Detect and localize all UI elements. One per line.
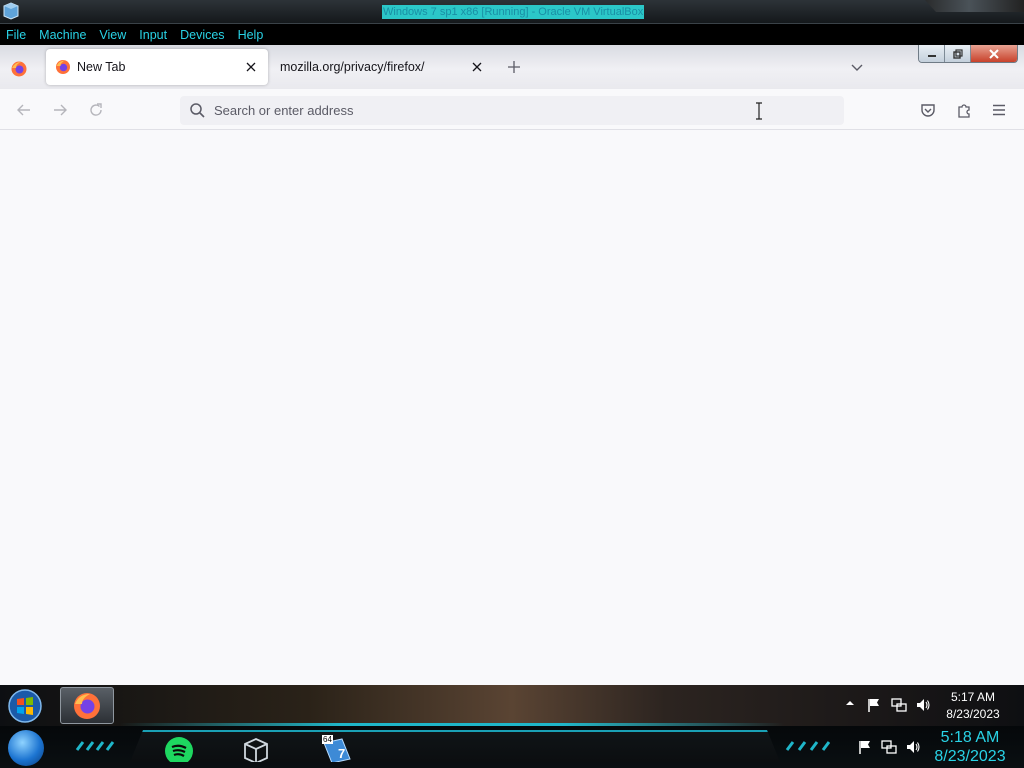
reload-icon[interactable]	[87, 101, 105, 119]
vbox-menu-bar: File Machine View Input Devices Help	[0, 24, 1024, 45]
text-cursor-icon	[756, 102, 762, 120]
firefox-icon	[74, 693, 100, 719]
vbox-title-bar: Windows 7 sp1 x86 [Running] - Oracle VM …	[0, 0, 1024, 24]
host-clock-time: 5:18 AM	[940, 729, 1000, 746]
forward-arrow-icon[interactable]	[51, 101, 69, 119]
chevron-decoration-icon	[785, 741, 830, 751]
menu-view[interactable]: View	[99, 28, 126, 42]
guest-clock-time: 5:17 AM	[950, 690, 996, 704]
title-bar-decoration	[925, 0, 1024, 12]
chevron-decoration-icon	[75, 741, 115, 751]
tab-mozilla-privacy[interactable]: mozilla.org/privacy/firefox/	[270, 49, 492, 85]
address-input[interactable]	[214, 96, 814, 125]
host-app-tray: 64 7	[130, 730, 780, 762]
window-title: Windows 7 sp1 x86 [Running] - Oracle VM …	[382, 5, 645, 19]
search-icon	[190, 103, 205, 118]
extensions-puzzle-icon[interactable]	[955, 101, 973, 119]
virtualbox-app-icon[interactable]	[242, 737, 270, 765]
minimize-button[interactable]	[919, 45, 945, 62]
network-icon[interactable]	[891, 697, 907, 713]
host-network-icon[interactable]	[881, 739, 897, 755]
menu-input[interactable]: Input	[139, 28, 167, 42]
host-clock[interactable]: 5:18 AM 8/23/2023	[930, 728, 1010, 766]
back-arrow-icon[interactable]	[15, 101, 33, 119]
guest-clock[interactable]: 5:17 AM 8/23/2023	[942, 689, 1004, 723]
spotify-waves-icon	[171, 744, 187, 757]
close-window-button[interactable]	[971, 45, 1017, 62]
tab-label: mozilla.org/privacy/firefox/	[280, 60, 425, 74]
vm-version-badge: 7	[338, 746, 346, 761]
spotify-icon[interactable]	[165, 737, 193, 762]
minimize-icon	[927, 54, 936, 57]
windows7-vm-icon[interactable]: 64 7	[320, 735, 354, 762]
guest-taskbar: 5:17 AM 8/23/2023	[0, 685, 1024, 726]
tab-label: New Tab	[77, 60, 126, 74]
firefox-view-icon[interactable]	[10, 60, 28, 78]
tab-new-tab[interactable]: New Tab	[46, 49, 268, 85]
menu-help[interactable]: Help	[238, 28, 264, 42]
menu-machine[interactable]: Machine	[39, 28, 86, 42]
window-caption-buttons	[918, 45, 1018, 63]
vm-arch-badge: 64	[322, 735, 333, 744]
show-hidden-icons-arrow-icon[interactable]	[845, 698, 855, 708]
host-taskbar: 64 7 5:18 AM 8/23/2023	[0, 726, 1024, 768]
firefox-favicon-icon	[56, 60, 70, 74]
guest-screen: New Tab mozilla.org/privacy/firefox/	[0, 45, 1024, 685]
navigation-toolbar	[0, 89, 1024, 130]
restore-button[interactable]	[945, 45, 971, 62]
action-center-flag-icon[interactable]	[866, 697, 882, 713]
address-bar[interactable]	[180, 96, 844, 125]
hamburger-menu-icon[interactable]	[990, 101, 1008, 119]
new-tab-plus-icon[interactable]	[505, 58, 523, 76]
virtualbox-icon	[3, 2, 19, 20]
host-volume-icon[interactable]	[905, 739, 921, 755]
menu-file[interactable]: File	[6, 28, 26, 42]
host-clock-date: 8/23/2023	[934, 748, 1006, 765]
tab-strip: New Tab mozilla.org/privacy/firefox/	[0, 45, 1024, 89]
windows-start-orb-icon[interactable]	[6, 688, 44, 724]
close-tab-icon[interactable]	[469, 59, 485, 75]
volume-icon[interactable]	[915, 697, 931, 713]
list-all-tabs-chevron-icon[interactable]	[849, 59, 865, 75]
host-start-orb-icon[interactable]	[8, 730, 44, 766]
taskbar-firefox-button[interactable]	[60, 687, 114, 724]
pocket-icon[interactable]	[919, 101, 937, 119]
guest-clock-date: 8/23/2023	[946, 707, 1000, 721]
restore-icon	[952, 48, 963, 59]
close-icon	[989, 48, 999, 59]
host-action-center-flag-icon[interactable]	[857, 739, 873, 755]
close-tab-icon[interactable]	[243, 59, 259, 75]
menu-devices[interactable]: Devices	[180, 28, 224, 42]
